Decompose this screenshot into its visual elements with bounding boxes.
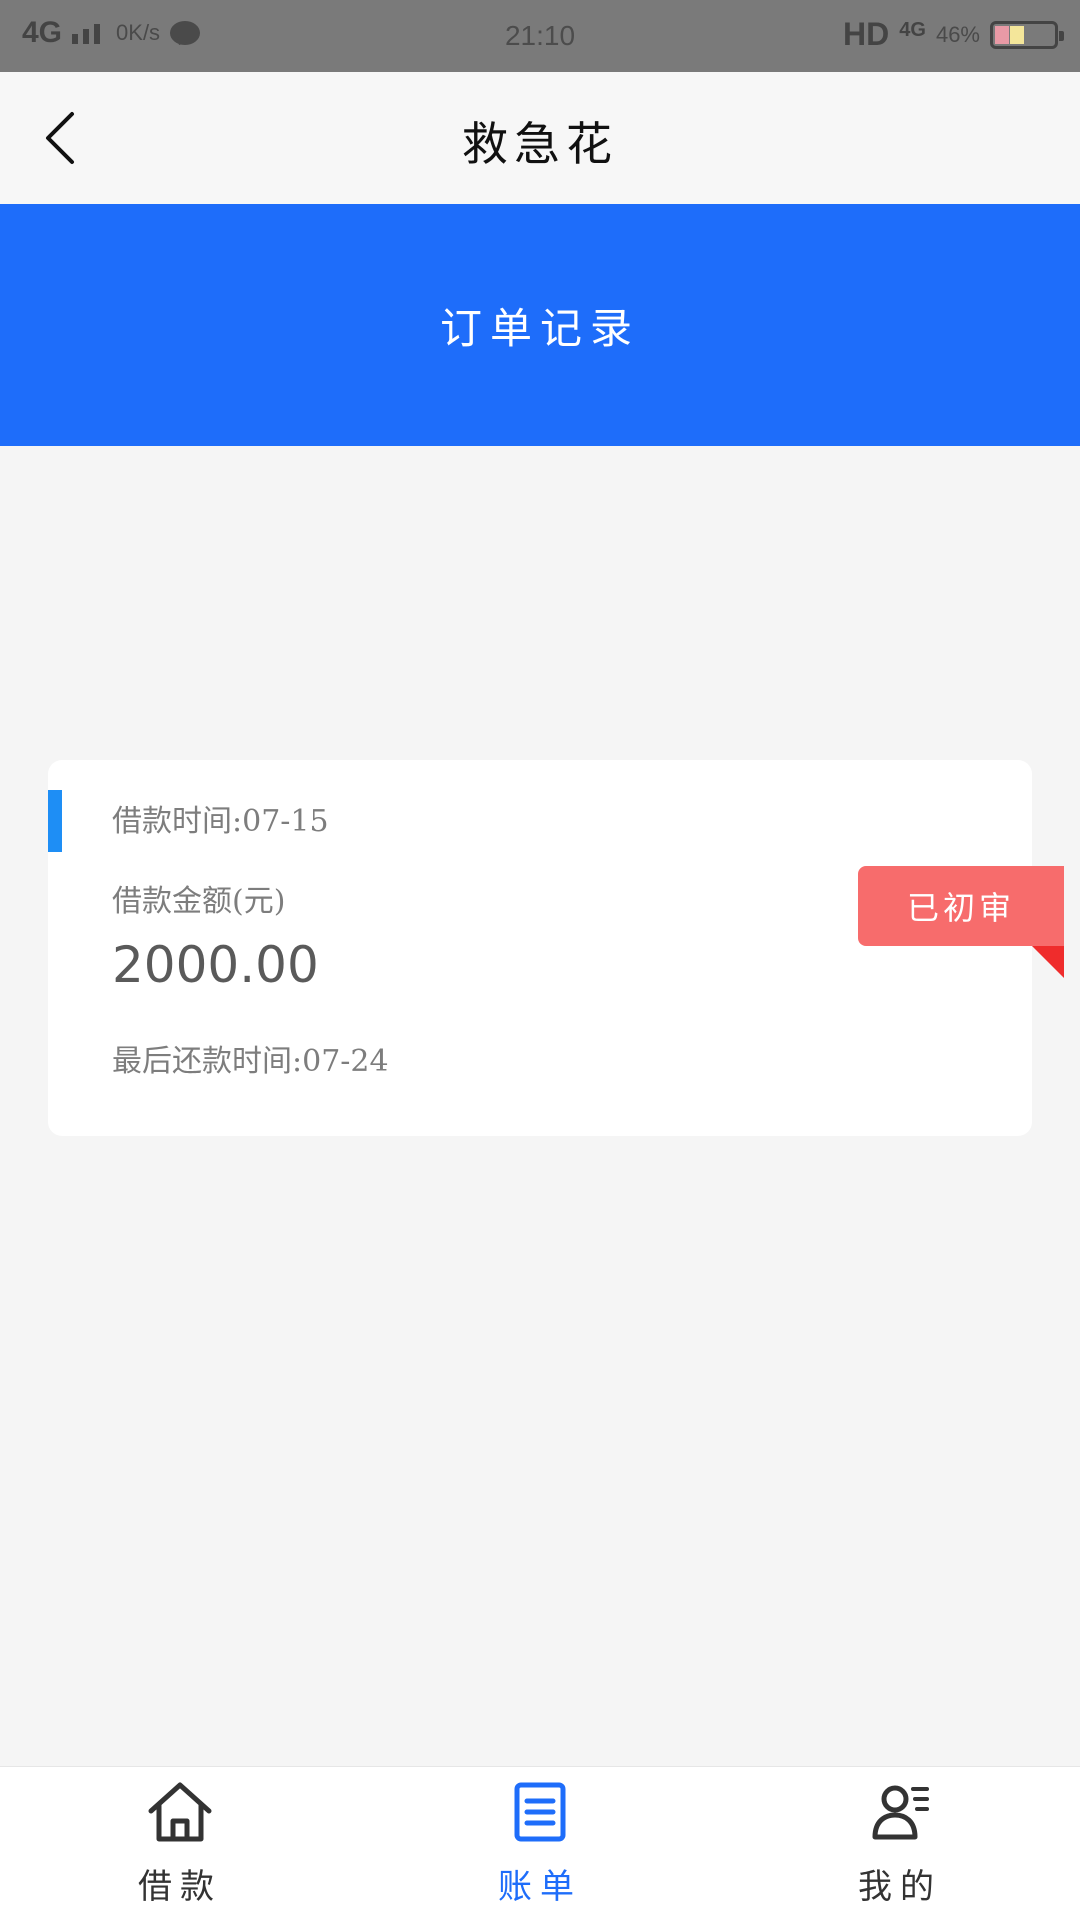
bill-icon: [514, 1782, 566, 1842]
ribbon-fold: [1032, 946, 1064, 978]
nav-label-loan: 借款: [138, 1867, 222, 1907]
battery-icon: [990, 20, 1064, 49]
home-icon: [148, 1782, 212, 1842]
status-bar: 4G 0K/s 21:10 HD 4G 46%: [0, 0, 1080, 72]
network-type-right: 4G: [899, 18, 926, 41]
loan-time: 借款时间:07-15: [112, 804, 329, 839]
banner-title: 订单记录: [439, 303, 640, 353]
nav-item-loan[interactable]: 借款: [0, 1767, 360, 1921]
nav-label-mine: 我的: [858, 1867, 942, 1907]
profile-icon: [872, 1785, 929, 1840]
hd-indicator: HD: [843, 16, 890, 52]
card-accent-bar: [48, 790, 62, 852]
last-repay-time: 最后还款时间:07-24: [112, 1044, 389, 1079]
nav-label-bill: 账单: [498, 1867, 582, 1907]
nav-item-bill[interactable]: 账单: [360, 1767, 720, 1921]
nav-item-mine[interactable]: 我的: [720, 1767, 1080, 1921]
status-badge: 已初审: [858, 866, 1064, 946]
battery-percent: 46%: [935, 21, 980, 47]
bottom-nav: 借款 账单 我的: [0, 1766, 1080, 1921]
app-header: 救急花: [0, 72, 1080, 204]
page-title: 救急花: [462, 117, 618, 171]
loan-amount-label: 借款金额(元): [112, 884, 286, 919]
loan-amount: 2000.00: [112, 936, 319, 994]
order-card[interactable]: 借款时间:07-15 借款金额(元) 2000.00 最后还款时间:07-24: [48, 760, 1032, 1136]
section-banner: 订单记录: [0, 204, 1080, 446]
